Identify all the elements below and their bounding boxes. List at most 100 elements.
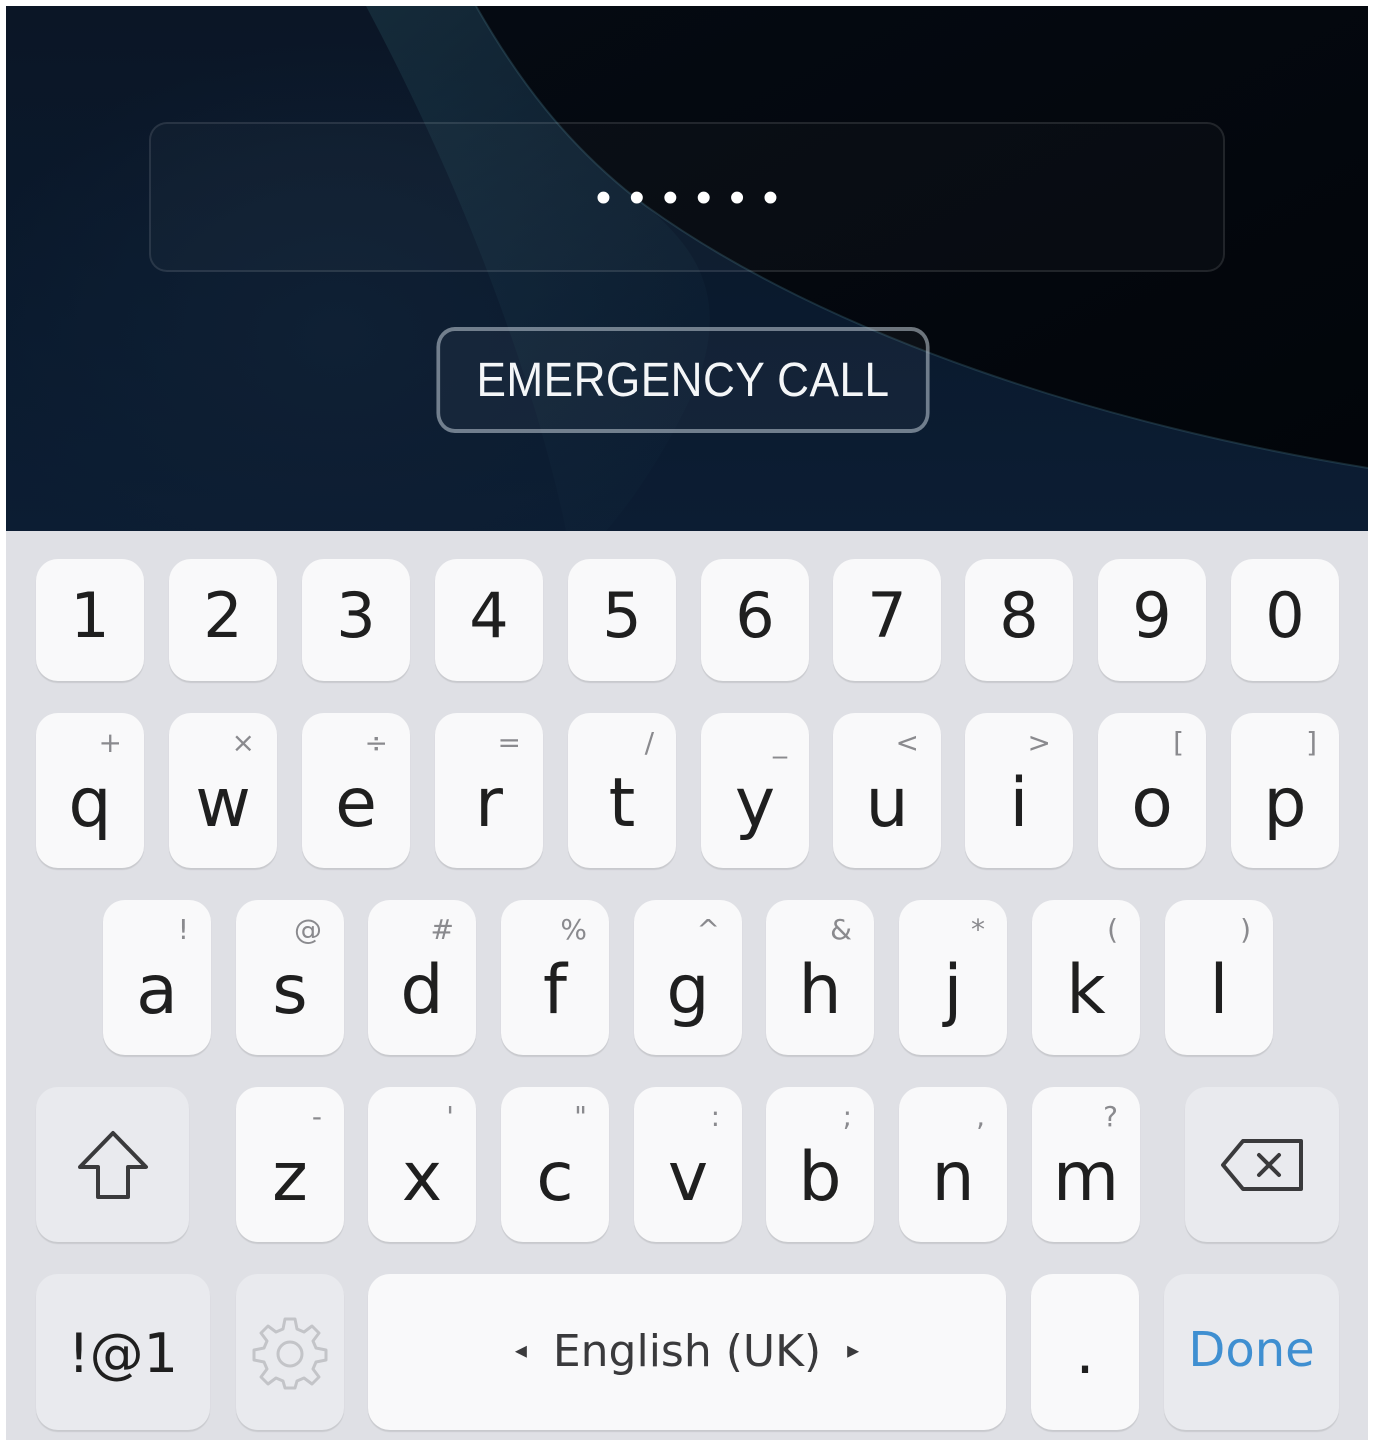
key-8[interactable]: 8 bbox=[965, 559, 1073, 681]
space-bar-content: ◂ English (UK) ▸ bbox=[368, 1326, 1006, 1380]
key-n[interactable]: ,n bbox=[899, 1087, 1007, 1242]
key-label: m bbox=[1052, 1138, 1120, 1217]
key-label: j bbox=[943, 951, 963, 1030]
backspace-key[interactable] bbox=[1185, 1087, 1339, 1242]
key-5[interactable]: 5 bbox=[568, 559, 676, 681]
key-label: i bbox=[1009, 764, 1029, 843]
key-alt-symbol: & bbox=[830, 913, 852, 946]
key-label: d bbox=[400, 951, 444, 1030]
key-label: 8 bbox=[999, 579, 1039, 652]
key-3[interactable]: 3 bbox=[302, 559, 410, 681]
key-b[interactable]: ; b bbox=[766, 1087, 874, 1242]
lock-screen-wallpaper: •••••• EMERGENCY CALL bbox=[6, 6, 1368, 531]
key-f[interactable]: % f bbox=[501, 900, 609, 1055]
key-label: r bbox=[475, 764, 503, 843]
lock-screen: •••••• EMERGENCY CALL 1 2 3 4 5 6 7 8 9 … bbox=[6, 6, 1368, 1440]
key-label: x bbox=[401, 1138, 443, 1217]
key-label: g bbox=[666, 951, 710, 1030]
gear-icon bbox=[252, 1317, 328, 1390]
key-y[interactable]: _ y bbox=[701, 713, 809, 868]
key-x[interactable]: ' x bbox=[368, 1087, 476, 1242]
key-label: 3 bbox=[336, 579, 376, 652]
shift-key[interactable] bbox=[36, 1087, 189, 1242]
key-s[interactable]: @ s bbox=[236, 900, 344, 1055]
key-label: o bbox=[1131, 764, 1173, 843]
key-0[interactable]: 0 bbox=[1231, 559, 1339, 681]
key-z[interactable]: -z bbox=[236, 1087, 344, 1242]
key-i[interactable]: > i bbox=[965, 713, 1073, 868]
key-v[interactable]: :v bbox=[634, 1087, 742, 1242]
key-label: h bbox=[798, 951, 842, 1030]
key-m[interactable]: ? m bbox=[1032, 1087, 1140, 1242]
period-key[interactable]: . bbox=[1031, 1274, 1139, 1430]
key-alt-symbol: : bbox=[710, 1100, 720, 1133]
key-alt-symbol: ^ bbox=[696, 913, 720, 946]
key-1[interactable]: 1 bbox=[36, 559, 144, 681]
key-e[interactable]: ÷ e bbox=[302, 713, 410, 868]
key-label: y bbox=[734, 764, 776, 843]
key-u[interactable]: < u bbox=[833, 713, 941, 868]
key-alt-symbol: / bbox=[644, 726, 654, 759]
key-label: s bbox=[272, 951, 308, 1030]
key-label: 5 bbox=[602, 579, 642, 652]
key-q[interactable]: + q bbox=[36, 713, 144, 868]
key-r[interactable]: = r bbox=[435, 713, 543, 868]
key-alt-symbol: ! bbox=[177, 913, 189, 946]
key-label: v bbox=[667, 1138, 709, 1217]
key-label: c bbox=[536, 1138, 574, 1217]
key-alt-symbol: ( bbox=[1107, 913, 1118, 946]
key-4[interactable]: 4 bbox=[435, 559, 543, 681]
key-c[interactable]: " c bbox=[501, 1087, 609, 1242]
key-label: t bbox=[608, 764, 636, 843]
key-h[interactable]: & h bbox=[766, 900, 874, 1055]
key-label: e bbox=[335, 764, 377, 843]
key-p[interactable]: ] p bbox=[1231, 713, 1339, 868]
key-t[interactable]: / t bbox=[568, 713, 676, 868]
key-alt-symbol: _ bbox=[773, 726, 787, 759]
period-label: . bbox=[1075, 1318, 1095, 1388]
key-alt-symbol: - bbox=[311, 1100, 322, 1133]
key-alt-symbol: ] bbox=[1306, 726, 1317, 759]
key-alt-symbol: × bbox=[231, 726, 255, 759]
key-alt-symbol: ) bbox=[1240, 913, 1251, 946]
key-j[interactable]: * j bbox=[899, 900, 1007, 1055]
key-alt-symbol: ? bbox=[1103, 1100, 1118, 1133]
key-label: 2 bbox=[203, 579, 243, 652]
key-w[interactable]: × w bbox=[169, 713, 277, 868]
key-2[interactable]: 2 bbox=[169, 559, 277, 681]
symbols-key[interactable]: !@1 bbox=[36, 1274, 210, 1430]
key-alt-symbol: + bbox=[98, 726, 122, 759]
key-9[interactable]: 9 bbox=[1098, 559, 1206, 681]
key-label: n bbox=[931, 1138, 975, 1217]
settings-key[interactable] bbox=[236, 1274, 344, 1430]
password-mask: •••••• bbox=[595, 173, 797, 222]
key-label: 0 bbox=[1265, 579, 1305, 652]
key-alt-symbol: ÷ bbox=[364, 726, 388, 759]
key-k[interactable]: (k bbox=[1032, 900, 1140, 1055]
key-label: l bbox=[1209, 951, 1229, 1030]
key-l[interactable]: ) l bbox=[1165, 900, 1273, 1055]
key-g[interactable]: ^ g bbox=[634, 900, 742, 1055]
key-alt-symbol: ; bbox=[842, 1100, 852, 1133]
key-6[interactable]: 6 bbox=[701, 559, 809, 681]
emergency-call-button[interactable]: EMERGENCY CALL bbox=[436, 327, 930, 433]
key-o[interactable]: [o bbox=[1098, 713, 1206, 868]
key-d[interactable]: # d bbox=[368, 900, 476, 1055]
key-a[interactable]: ! a bbox=[103, 900, 211, 1055]
key-label: 6 bbox=[735, 579, 775, 652]
language-label: English (UK) bbox=[552, 1326, 822, 1377]
done-key[interactable]: Done bbox=[1164, 1274, 1339, 1430]
language-next-icon: ▸ bbox=[847, 1336, 860, 1364]
key-alt-symbol: * bbox=[971, 913, 985, 946]
key-label: 1 bbox=[70, 579, 110, 652]
key-7[interactable]: 7 bbox=[833, 559, 941, 681]
password-field[interactable]: •••••• bbox=[149, 122, 1225, 272]
key-alt-symbol: @ bbox=[294, 913, 322, 946]
key-label: k bbox=[1066, 951, 1106, 1030]
key-label: 7 bbox=[867, 579, 907, 652]
key-label: 4 bbox=[469, 579, 509, 652]
key-alt-symbol: , bbox=[976, 1100, 985, 1133]
done-label: Done bbox=[1188, 1322, 1315, 1378]
key-alt-symbol: % bbox=[560, 913, 587, 946]
space-bar[interactable]: ◂ English (UK) ▸ bbox=[368, 1274, 1006, 1430]
